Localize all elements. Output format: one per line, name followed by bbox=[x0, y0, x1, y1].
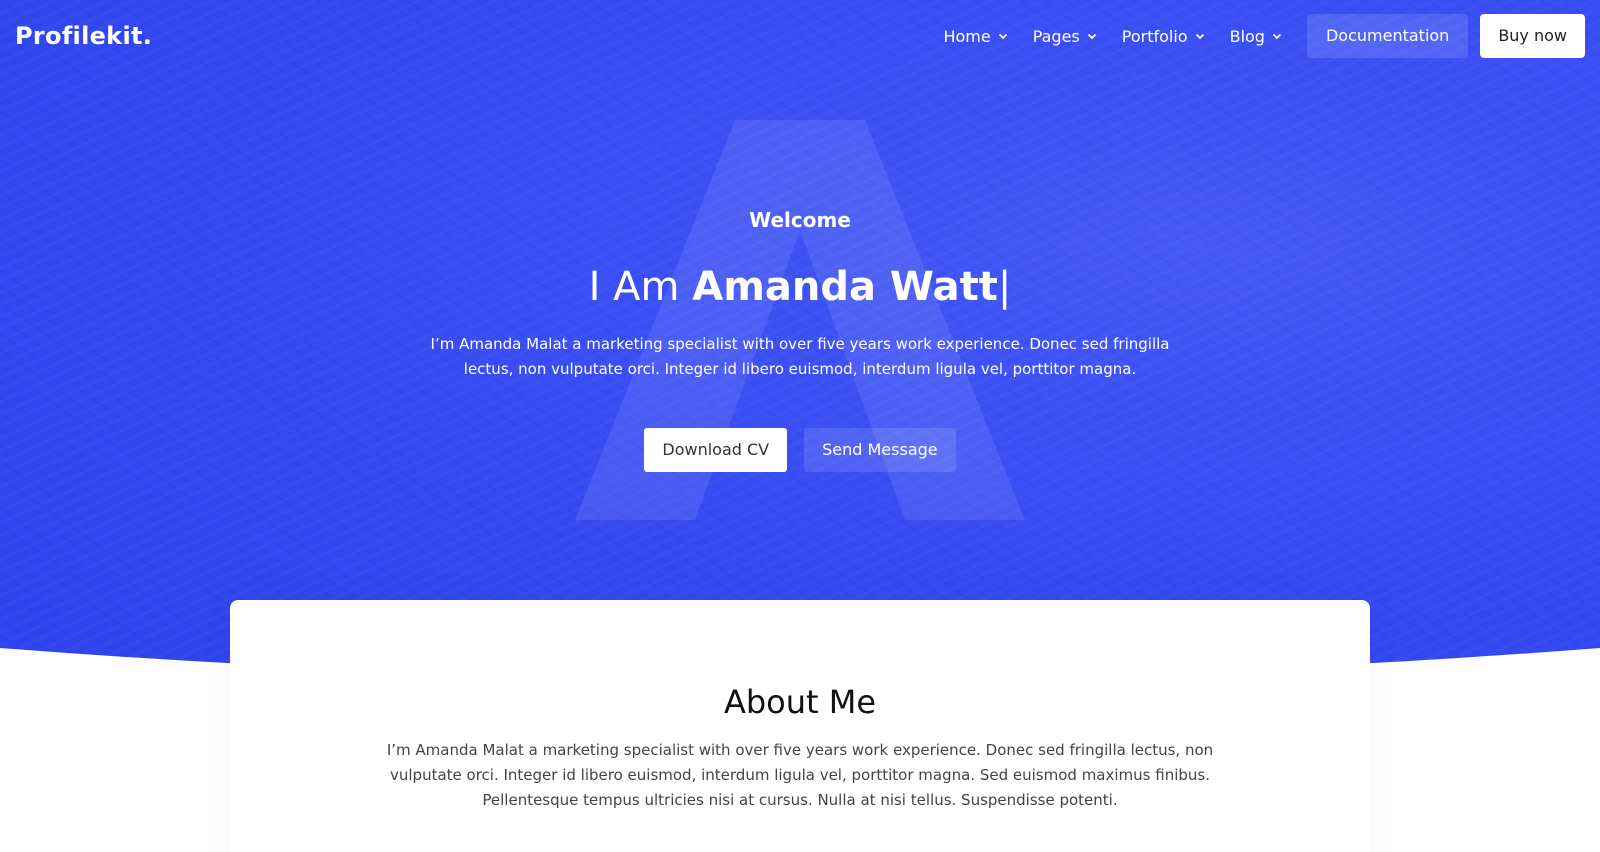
hero-actions: Download CV Send Message bbox=[0, 428, 1600, 472]
nav-item-label: Pages bbox=[1032, 26, 1080, 46]
nav-item-pages[interactable]: Pages bbox=[1033, 27, 1097, 46]
nav-item-portfolio[interactable]: Portfolio bbox=[1122, 27, 1205, 46]
page: Profilekit. Home Pages Portfolio Blog Do… bbox=[0, 0, 1600, 852]
nav-item-label: Blog bbox=[1229, 26, 1265, 46]
download-cv-button[interactable]: Download CV bbox=[644, 428, 788, 472]
chevron-down-icon bbox=[998, 33, 1007, 40]
headline-prefix: I Am bbox=[588, 264, 693, 310]
main-navigation: Home Pages Portfolio Blog Documentation … bbox=[943, 14, 1585, 58]
documentation-button[interactable]: Documentation bbox=[1306, 14, 1469, 58]
buy-now-button[interactable]: Buy now bbox=[1480, 14, 1585, 58]
typing-cursor: | bbox=[997, 264, 1012, 310]
nav-item-label: Home bbox=[943, 26, 991, 46]
about-text: I’m Amanda Malat a marketing specialist … bbox=[386, 741, 1214, 809]
about-card bbox=[230, 600, 1370, 852]
brand-logo[interactable]: Profilekit. bbox=[15, 22, 152, 50]
chevron-down-icon bbox=[1195, 33, 1204, 40]
about-title: About Me bbox=[723, 683, 877, 721]
hero-description: I’m Amanda Malat a marketing specialist … bbox=[430, 335, 1170, 378]
nav-item-blog[interactable]: Blog bbox=[1230, 27, 1282, 46]
send-message-button[interactable]: Send Message bbox=[804, 428, 956, 472]
nav-item-home[interactable]: Home bbox=[943, 27, 1007, 46]
hero-headline: I Am Amanda Watt| bbox=[0, 262, 1600, 312]
nav-item-label: Portfolio bbox=[1121, 26, 1188, 46]
hero-welcome: Welcome bbox=[749, 208, 851, 232]
chevron-down-icon bbox=[1272, 33, 1282, 40]
headline-name: Amanda Watt bbox=[692, 264, 998, 310]
chevron-down-icon bbox=[1087, 33, 1096, 40]
